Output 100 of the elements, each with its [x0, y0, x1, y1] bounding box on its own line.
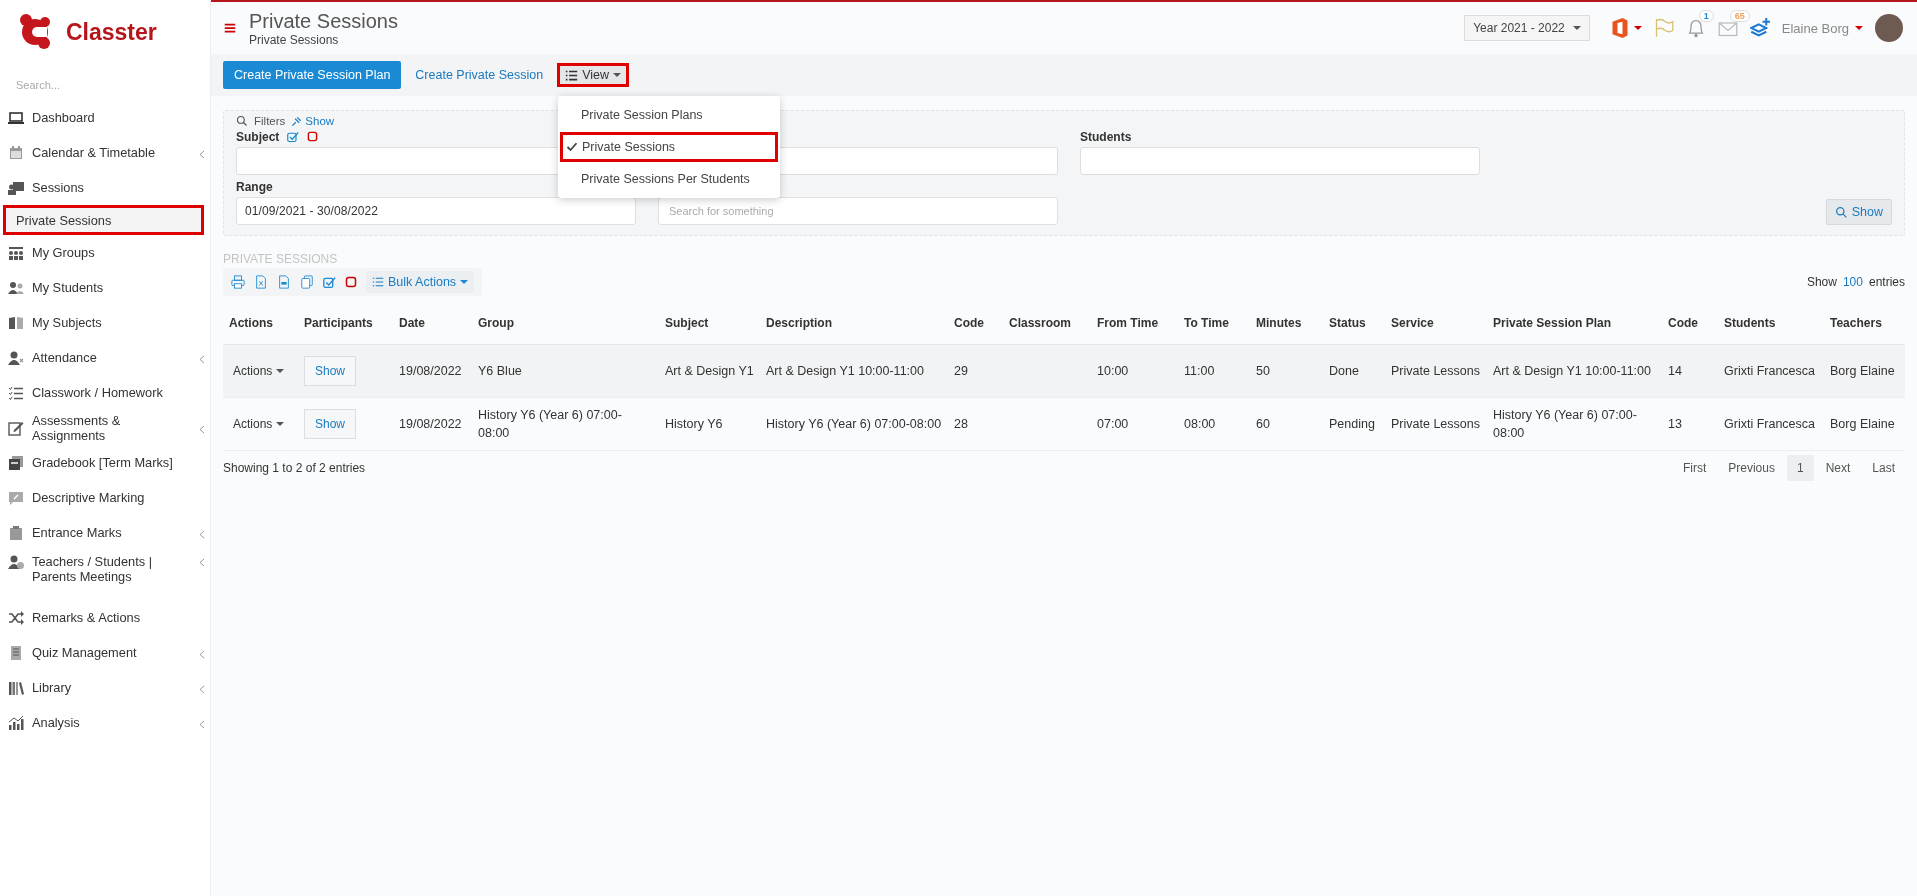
search-icon — [236, 115, 248, 127]
chevron-icon — [198, 355, 206, 364]
page-size-select[interactable]: 100 — [1842, 275, 1863, 289]
search-field[interactable]: Search for something — [658, 197, 1058, 225]
sidebar-item[interactable]: Classwork / Homework — [0, 375, 210, 410]
chevron-icon — [198, 558, 206, 567]
excel-file-icon[interactable] — [254, 275, 268, 289]
sidebar-item[interactable]: Descriptive Marking — [0, 480, 210, 515]
sidebar-item[interactable]: My Groups — [0, 235, 210, 270]
copy-icon[interactable] — [300, 275, 314, 289]
speech-bubble-icon — [8, 489, 24, 506]
pagination-button[interactable]: Previous — [1718, 455, 1785, 481]
year-select[interactable]: Year 2021 - 2022 — [1464, 15, 1590, 41]
search-field[interactable]: Search... — [14, 78, 198, 92]
notification-badge: 1 — [1698, 10, 1714, 22]
table-cell-text: 50 — [1256, 363, 1270, 380]
table-cell-text: Pending — [1329, 416, 1375, 433]
check-square-icon[interactable] — [287, 130, 300, 143]
table-cell-text: 07:00 — [1097, 416, 1129, 433]
sidebar-item[interactable]: Library — [0, 670, 210, 705]
sidebar-item[interactable]: Sessions — [0, 170, 210, 205]
table-cell-text: Grixti Francesca — [1724, 363, 1815, 380]
sidebar-item[interactable]: Teachers / Students | Parents Meetings — [0, 550, 210, 600]
create-plan-button[interactable]: Create Private Session Plan — [223, 61, 402, 89]
table-cell-text: 19/08/2022 — [399, 416, 462, 433]
table-cell-text: Done — [1329, 363, 1359, 380]
person-clock-icon — [8, 554, 24, 570]
menu-item[interactable]: Private Sessions Per Students — [558, 164, 780, 194]
edit-icon — [8, 419, 24, 436]
menu-icon[interactable] — [223, 21, 237, 35]
sidebar-item[interactable]: Gradebook [Term Marks] — [0, 445, 210, 480]
pagination-button[interactable]: Next — [1815, 455, 1861, 481]
show-participants-button[interactable]: Show — [304, 409, 357, 439]
table-cell-text: History Y6 (Year 6) 07:00-08:00 — [478, 407, 623, 442]
input-field[interactable] — [1080, 147, 1480, 175]
pin-icon — [291, 115, 303, 127]
csv-file-icon[interactable] — [277, 275, 291, 289]
sidebar-item[interactable]: Remarks & Actions — [0, 600, 210, 635]
group-icon — [8, 244, 24, 261]
avatar[interactable] — [1875, 14, 1903, 42]
square-icon[interactable] — [345, 276, 357, 288]
sidebar-item[interactable]: Quiz Management — [0, 635, 210, 670]
pagination-button[interactable]: First — [1672, 455, 1717, 481]
show-participants-button[interactable]: Show — [304, 356, 357, 386]
sidebar-item[interactable]: Analysis — [0, 705, 210, 740]
show-filters-link[interactable]: Show — [291, 115, 335, 127]
books-icon — [8, 679, 24, 696]
actions-dropdown[interactable]: Actions — [229, 362, 289, 380]
chevron-icon — [198, 425, 206, 434]
view-button[interactable]: View — [557, 63, 630, 87]
chevron-icon — [198, 720, 206, 729]
field-label: Subject — [236, 129, 280, 144]
print-icon[interactable] — [231, 275, 245, 289]
logo-icon — [18, 13, 52, 51]
sidebar-item[interactable]: My Students — [0, 270, 210, 305]
table-cell-text: 19/08/2022 — [399, 363, 462, 380]
sidebar-item[interactable]: Private Sessions — [3, 205, 204, 235]
flag-icon[interactable] — [1653, 18, 1674, 38]
length-label: Show — [1806, 275, 1837, 289]
table-title: PRIVATE SESSIONS — [223, 252, 339, 266]
show-button[interactable]: Show — [1825, 199, 1892, 225]
table-cell-text: Art & Design Y1 — [665, 363, 754, 380]
sidebar-item[interactable]: Assessments & Assignments — [0, 410, 210, 445]
menu-item[interactable]: Private Session Plans — [558, 100, 780, 130]
table-cell-text: Y6 Blue — [478, 363, 522, 380]
table-cell-text: History Y6 (Year 6) 07:00-08:00 — [1493, 407, 1638, 442]
sidebar-item[interactable]: Entrance Marks — [0, 515, 210, 550]
length-label: entries — [1868, 275, 1905, 289]
table-cell-text: History Y6 — [665, 416, 723, 433]
table-cell-text: 60 — [1256, 416, 1270, 433]
page-title: Private Sessions — [249, 9, 399, 33]
clipboard-icon — [8, 524, 24, 541]
people-icon — [8, 279, 24, 296]
pagination-button[interactable]: Last — [1862, 455, 1905, 481]
field-label: Students — [1080, 129, 1132, 144]
sidebar-item[interactable]: My Subjects — [0, 305, 210, 340]
shuffle-icon — [8, 609, 24, 626]
sidebar-item[interactable]: Dashboard — [0, 100, 210, 135]
layers-plus-icon[interactable] — [1749, 18, 1770, 38]
laptop-icon — [8, 109, 24, 126]
check-icon — [566, 141, 578, 153]
table-cell-text: Art & Design Y1 10:00-11:00 — [766, 363, 924, 380]
sidebar-item[interactable]: Attendance — [0, 340, 210, 375]
table-cell-text: History Y6 (Year 6) 07:00-08:00 — [766, 416, 942, 433]
table-cell-text: 11:00 — [1184, 363, 1215, 380]
search-icon — [1834, 205, 1848, 219]
create-session-link[interactable]: Create Private Session — [415, 68, 544, 82]
breadcrumb: Private Sessions — [249, 33, 340, 47]
square-icon[interactable] — [307, 131, 319, 142]
pagination-button[interactable]: 1 — [1786, 455, 1814, 481]
bulk-actions-button[interactable]: Bulk Actions — [366, 271, 475, 293]
table-cell-text: 08:00 — [1184, 416, 1216, 433]
actions-dropdown[interactable]: Actions — [229, 415, 289, 433]
menu-item[interactable]: Private Sessions — [560, 132, 778, 162]
check-square-icon[interactable] — [323, 275, 336, 289]
date-range-field[interactable]: 01/09/2021 - 30/08/2022 — [236, 197, 636, 225]
calendar-icon — [8, 144, 24, 161]
sidebar-item[interactable]: Calendar & Timetable — [0, 135, 210, 170]
table-cell-text: Borg Elaine — [1830, 363, 1895, 380]
table-info: Showing 1 to 2 of 2 entries — [223, 461, 366, 475]
